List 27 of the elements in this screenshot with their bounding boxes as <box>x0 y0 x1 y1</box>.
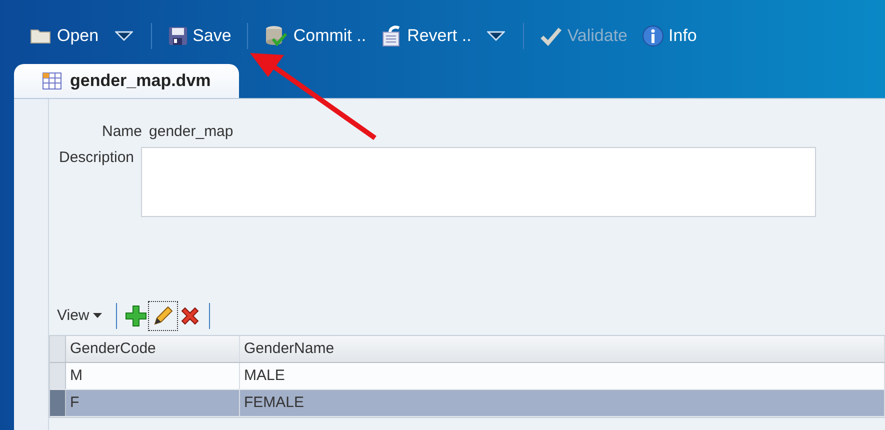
table-cell-text: F <box>70 392 80 413</box>
name-value: gender_map <box>149 122 234 142</box>
toolbar-button[interactable]: Open <box>26 21 103 51</box>
folder-icon <box>30 27 52 45</box>
toolbar-button[interactable]: Save <box>164 21 236 51</box>
caret-icon <box>92 313 102 319</box>
field-label: Description <box>59 148 134 168</box>
toolbar-button[interactable]: Revert .. <box>376 21 476 51</box>
table-cell-text: FEMALE <box>244 392 304 413</box>
document-tab[interactable]: gender_map.dvm <box>14 64 239 98</box>
pencil-icon[interactable] <box>148 302 177 330</box>
table-cell-text: M <box>70 366 82 386</box>
table-cell-text: MALE <box>244 366 285 386</box>
info-icon <box>642 25 664 47</box>
toolbar-button[interactable]: Commit .. <box>260 21 370 51</box>
toolbar-button[interactable]: Info <box>638 21 701 51</box>
checkmark-icon <box>540 26 562 46</box>
grid-icon <box>42 72 62 90</box>
row-header[interactable] <box>50 390 66 416</box>
field-label: Name <box>102 122 142 142</box>
document-arrow-icon <box>380 25 402 47</box>
column-header[interactable]: GenderCode <box>66 336 240 362</box>
view-menu-button[interactable]: View <box>49 304 110 328</box>
column-header[interactable]: GenderName <box>240 336 885 362</box>
add-icon[interactable] <box>122 303 149 329</box>
description-field[interactable] <box>141 147 816 217</box>
database-check-icon <box>264 25 288 47</box>
